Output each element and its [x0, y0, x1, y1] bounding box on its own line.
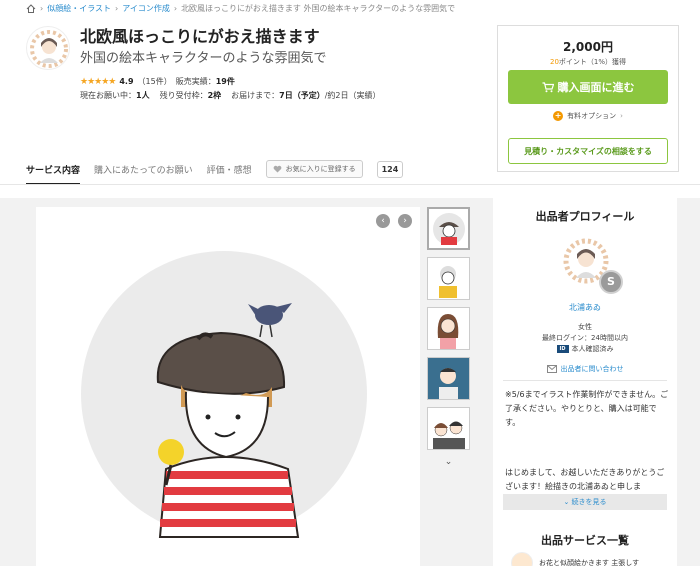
prev-image-button[interactable]: ‹ [376, 214, 390, 228]
remaining-label: 残り受付枠： [159, 91, 208, 100]
contact-seller-label: 出品者に問い合わせ [560, 365, 624, 373]
breadcrumb-item-illustration[interactable]: 似顔絵・イラスト [47, 3, 111, 14]
points-value: 20 [549, 58, 559, 66]
next-image-button[interactable]: › [398, 214, 412, 228]
favorite-button-label: お気に入りに登録する [285, 165, 356, 173]
consult-button[interactable]: 見積り・カスタマイズの相談をする [508, 138, 668, 164]
seller-rank-badge: S [599, 270, 623, 294]
current-label: 現在お願い中： [80, 91, 136, 100]
read-more-button[interactable]: ⌄ 続きを見る [503, 494, 667, 510]
tab-purchase-requests[interactable]: 購入にあたってのお願い [94, 163, 193, 176]
thumbnail-image [437, 314, 459, 349]
id-verified-icon: ID [556, 345, 569, 353]
contact-seller-link[interactable]: 出品者に問い合わせ [493, 364, 677, 374]
heart-icon [273, 165, 281, 173]
star-rating-icon: ★★★★★ [80, 76, 116, 87]
breadcrumb-item-current: 北欧風ほっこりにがおえ描きます 外国の絵本キャラクターのような雰囲気で [181, 4, 456, 13]
thumbnail-1[interactable] [427, 207, 470, 250]
service-subtitle: 外国の絵本キャラクターのような雰囲気で [80, 51, 327, 66]
plus-icon: + [553, 111, 564, 121]
status-row: 現在お願い中：1人 残り受付枠：2枠 お届けまで：7日（予定）/約2日（実績） [80, 90, 381, 101]
read-more-label: 続きを見る [571, 498, 607, 506]
tab-bar: サービス内容 購入にあたってのお願い 評価・感想 お気に入りに登録する 124 [26, 160, 404, 185]
delivery-label: お届けまで： [231, 91, 280, 100]
wreath-portrait-image [30, 30, 68, 68]
thumbnail-2[interactable] [427, 257, 470, 300]
thumbnail-image [433, 421, 465, 449]
main-illustration-image[interactable] [36, 207, 420, 566]
seller-name[interactable]: 北浦あゐ [493, 302, 677, 313]
service-list-item[interactable]: お花と似顔絵かきます 主張しす [511, 552, 639, 566]
points-info: 20ポイント（1%）獲得 [498, 57, 678, 67]
price: 2,000円 [563, 40, 613, 54]
home-icon[interactable] [26, 4, 36, 13]
chevron-down-icon[interactable]: ⌄ [427, 457, 470, 467]
seller-avatar[interactable] [26, 26, 70, 70]
tab-reviews[interactable]: 評価・感想 [207, 163, 252, 176]
breadcrumb-item-icon[interactable]: アイコン作成 [122, 3, 170, 14]
profile-divider [503, 380, 667, 381]
delivery-actual: /約2日（実績） [324, 91, 381, 100]
points-text: ポイント（1%）獲得 [558, 58, 627, 66]
rating-value: 4.9 [119, 77, 134, 86]
delivery-value: 7日（予定） [279, 91, 325, 100]
seller-last-login: 最終ログイン：24時間以内 [542, 334, 628, 342]
seller-greeting: はじめまして、お越しいただきありがとうございます！絵描きの北浦あゐと申しま [505, 468, 665, 491]
purchase-box: 2,000円 20ポイント（1%）獲得 購入画面に進む + 有料オプション › … [497, 25, 679, 172]
services-heading: 出品サービス一覧 [541, 534, 629, 547]
seller-profile-panel: 出品者プロフィール S 北浦あゐ 女性 最終ログイン：24時間以内 ID 本人確認… [493, 198, 677, 566]
thumbnail-image [433, 213, 465, 245]
remaining-value: 2枠 [207, 91, 222, 100]
favorite-button[interactable]: お気に入りに登録する [265, 160, 363, 178]
tab-divider [0, 184, 700, 185]
thumbnail-3[interactable] [427, 307, 470, 350]
thumbnail-image [428, 358, 469, 399]
sales-value: 19件 [215, 77, 235, 86]
breadcrumb: › 似顔絵・イラスト › アイコン作成 › 北欧風ほっこりにがおえ描きます 外国… [26, 3, 455, 14]
thumbnail-4[interactable] [427, 357, 470, 400]
mail-icon [546, 365, 557, 373]
seller-notice: ※5/6までイラスト作業制作ができません。ご了承ください。やりとりと、購入は可能… [505, 390, 669, 427]
thumbnail-image [439, 266, 457, 298]
sales-label: 販売実績： [175, 77, 216, 86]
chevron-right-icon: › [620, 112, 623, 120]
service-thumbnail [511, 552, 533, 566]
purchase-button[interactable]: 購入画面に進む [508, 70, 668, 104]
profile-heading: 出品者プロフィール [535, 210, 635, 223]
tab-service-details[interactable]: サービス内容 [26, 163, 81, 185]
paid-option-label: 有料オプション [567, 112, 617, 120]
favorite-count: 124 [376, 160, 404, 178]
review-count[interactable]: （15件） [138, 76, 172, 87]
service-title: 北欧風ほっこりにがおえ描きます [80, 27, 320, 46]
rating-row: ★★★★★ 4.9 （15件） 販売実績： 19件 [80, 76, 235, 87]
cart-icon [542, 81, 554, 92]
seller-gender: 女性 [578, 323, 592, 331]
service-item-title: お花と似顔絵かきます 主張しす [539, 559, 640, 566]
purchase-button-label: 購入画面に進む [557, 81, 635, 94]
verified-label: 本人確認済み [571, 345, 614, 353]
chevron-down-icon: ⌄ [563, 498, 572, 506]
thumbnail-list: ⌄ [427, 207, 471, 467]
current-value: 1人 [136, 91, 150, 100]
main-image-panel: ‹ › [36, 207, 420, 566]
identity-verification: ID 本人確認済み [493, 344, 677, 354]
thumbnail-5[interactable] [427, 407, 470, 450]
paid-option-toggle[interactable]: + 有料オプション › [498, 111, 678, 121]
